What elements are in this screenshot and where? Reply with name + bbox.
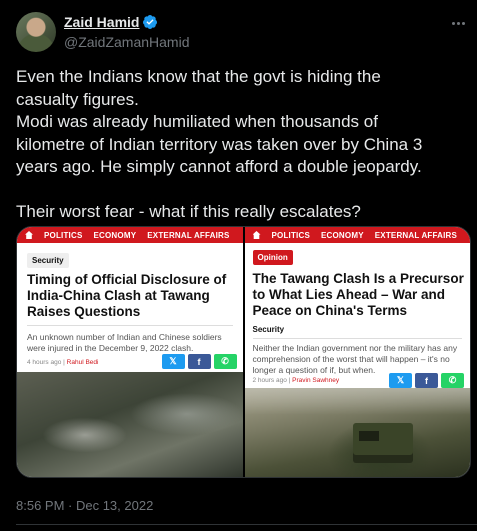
nav-item: POLITICS xyxy=(271,230,310,240)
article-author: Pravin Sawhney xyxy=(292,377,340,384)
divider xyxy=(16,524,477,525)
tweet-paragraph-2: Their worst fear - what if this really e… xyxy=(16,201,361,221)
nav-item: POLITICS xyxy=(44,230,83,240)
article-time: 4 hours ago xyxy=(27,359,62,366)
article-card-1[interactable]: POLITICS ECONOMY EXTERNAL AFFAIRS Securi… xyxy=(17,227,243,477)
whatsapp-share-icon[interactable]: ✆ xyxy=(213,354,237,369)
facebook-share-icon[interactable]: f xyxy=(415,373,438,388)
share-buttons: 𝕏 f ✆ xyxy=(389,373,464,388)
nav-item: EXTERNAL AFFAIRS xyxy=(374,230,458,240)
nav-item: ECONOMY xyxy=(93,230,137,240)
article-author: Rahul Bedi xyxy=(66,359,99,366)
facebook-share-icon[interactable]: f xyxy=(187,354,211,369)
tweet-text: Even the Indians know that the govt is h… xyxy=(16,66,471,223)
nav-item: ECONOMY xyxy=(321,230,364,240)
verified-badge-icon xyxy=(143,15,158,29)
author-handle[interactable]: @ZaidZamanHamid xyxy=(64,32,189,52)
avatar[interactable] xyxy=(16,12,56,52)
article-photo xyxy=(17,372,243,477)
media-grid: POLITICS ECONOMY EXTERNAL AFFAIRS Securi… xyxy=(16,226,471,478)
more-options-icon[interactable] xyxy=(447,14,469,32)
article-byline: 4 hours ago | Rahul Bedi xyxy=(27,359,99,366)
article-photo xyxy=(244,388,470,477)
site-nav: POLITICS ECONOMY EXTERNAL AFFAIRS xyxy=(244,227,470,243)
author-block: Zaid Hamid @ZaidZamanHamid xyxy=(64,12,189,52)
author-name[interactable]: Zaid Hamid xyxy=(64,14,139,30)
article-card-2[interactable]: POLITICS ECONOMY EXTERNAL AFFAIRS Opinio… xyxy=(244,227,470,477)
article-time: 2 hours ago xyxy=(252,377,287,384)
share-buttons: 𝕏 f ✆ xyxy=(161,354,237,369)
twitter-share-icon[interactable]: 𝕏 xyxy=(389,373,412,388)
military-truck-image xyxy=(352,423,413,463)
tweet-paragraph-1: Even the Indians know that the govt is h… xyxy=(16,67,423,176)
site-nav: POLITICS ECONOMY EXTERNAL AFFAIRS xyxy=(17,227,243,243)
article-summary: Neither the Indian government nor the mi… xyxy=(252,343,458,375)
home-icon xyxy=(252,231,261,239)
whatsapp-share-icon[interactable]: ✆ xyxy=(441,373,464,388)
article-byline: 2 hours ago | Pravin Sawhney xyxy=(252,377,340,384)
category-label: Security xyxy=(252,325,285,334)
opinion-tag: Opinion xyxy=(252,250,293,265)
nav-item: EXTERNAL AFFAIRS xyxy=(147,230,230,240)
twitter-share-icon[interactable]: 𝕏 xyxy=(161,354,185,369)
tweet-timestamp[interactable]: 8:56 PM · Dec 13, 2022 xyxy=(16,498,153,513)
article-headline: The Tawang Clash Is a Precursor to What … xyxy=(252,271,464,318)
article-summary: An unknown number of Indian and Chinese … xyxy=(27,332,222,353)
article-headline: Timing of Official Disclosure of India-C… xyxy=(27,272,227,319)
category-tag: Security xyxy=(27,253,69,268)
home-icon xyxy=(25,231,33,239)
